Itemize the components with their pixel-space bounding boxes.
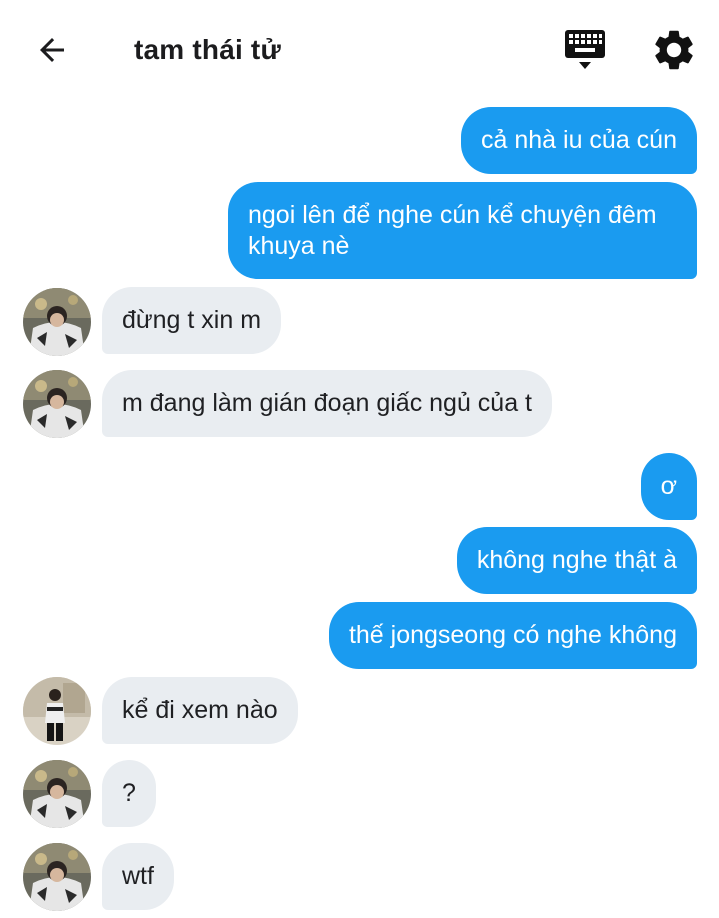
message-bubble-incoming[interactable]: m đang làm gián đoạn giấc ngủ của t <box>102 370 552 437</box>
message-bubble-outgoing[interactable]: cả nhà iu của cún <box>461 107 697 174</box>
avatar[interactable] <box>23 370 91 438</box>
message-text: thế jongseong có nghe không <box>348 621 677 649</box>
gear-icon <box>655 30 693 70</box>
message-bubble-outgoing[interactable]: ơ <box>640 453 697 520</box>
chat-header: tam thái tử <box>0 0 719 100</box>
keyboard-icon <box>565 30 605 69</box>
message-text: ? <box>122 779 136 807</box>
message-text: wtf <box>122 862 154 890</box>
message-bubble-outgoing[interactable]: ngoi lên để nghe cún kể chuyện đêm khuya… <box>228 182 697 279</box>
message-text: không nghe thật à <box>476 546 677 574</box>
avatar[interactable] <box>23 288 91 356</box>
message-bubble-incoming[interactable]: ? <box>102 760 156 827</box>
message-bubble-outgoing[interactable]: thế jongseong có nghe không <box>328 602 697 669</box>
message-text: đừng t xin m <box>122 306 262 334</box>
message-bubble-incoming[interactable]: đừng t xin m <box>102 287 282 354</box>
settings-button[interactable] <box>650 26 700 74</box>
arrow-left-icon <box>40 38 64 62</box>
message-text: ơ <box>660 472 677 500</box>
avatar[interactable] <box>23 760 91 828</box>
message-text: kể đi xem nào <box>122 696 278 724</box>
avatar[interactable] <box>23 677 91 745</box>
message-text: m đang làm gián đoạn giấc ngủ của t <box>122 389 532 417</box>
message-bubble-incoming[interactable]: wtf <box>102 843 174 910</box>
avatar[interactable] <box>23 843 91 911</box>
message-bubble-incoming[interactable]: kể đi xem nào <box>102 677 298 744</box>
back-button[interactable] <box>28 28 76 72</box>
message-text: cả nhà iu của cún <box>481 126 677 154</box>
message-bubble-outgoing[interactable]: không nghe thật à <box>456 527 697 594</box>
keyboard-button[interactable] <box>560 26 610 74</box>
message-text: ngoi lên để nghe cún kể chuyện đêm khuya… <box>248 201 657 260</box>
chat-title: tam thái tử <box>134 34 281 65</box>
